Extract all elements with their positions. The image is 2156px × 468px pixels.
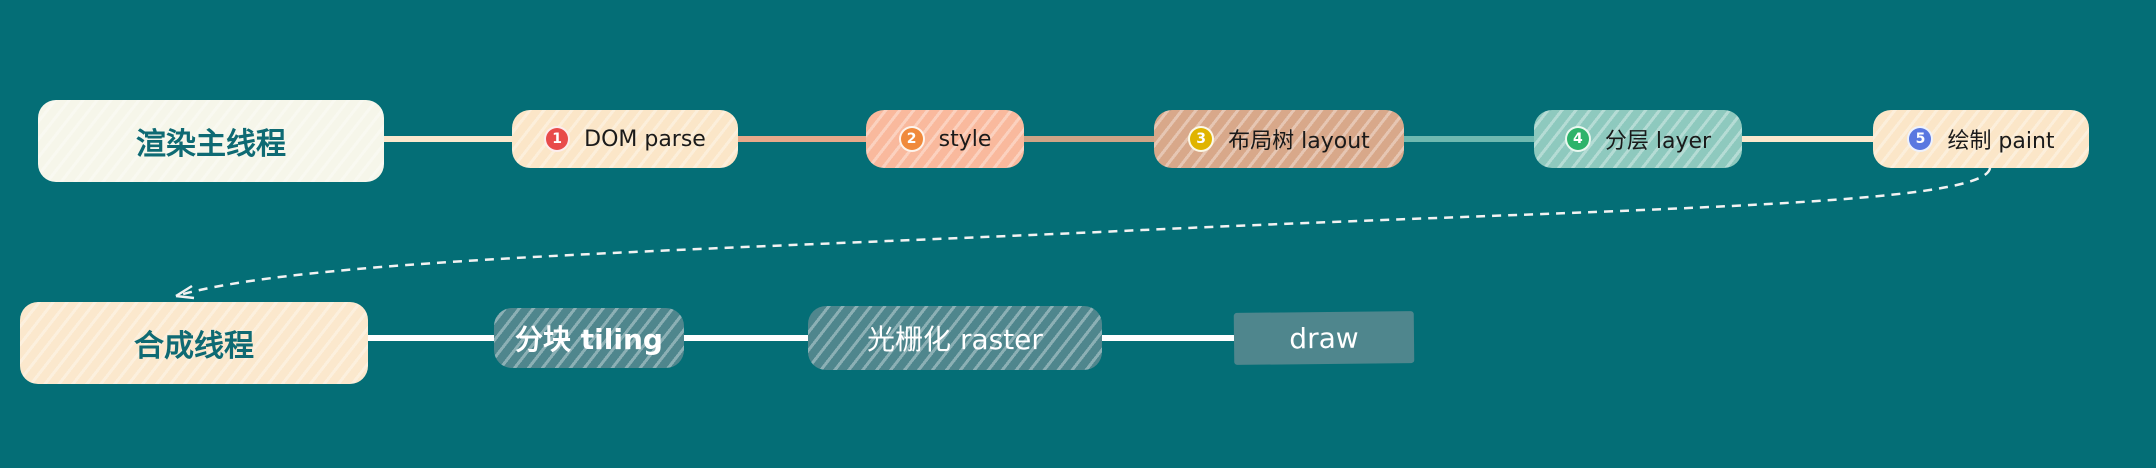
connector-layer bbox=[175, 136, 1992, 341]
step-draw: draw bbox=[1233, 311, 1415, 365]
badge-1-icon: 1 bbox=[544, 126, 571, 152]
step-style-label: style bbox=[938, 126, 992, 152]
connector-paint-to-compositor bbox=[175, 167, 1992, 298]
render-pipeline-diagram: 渲染主线程 1 DOM parse 2 style 3 布局树 layout 4… bbox=[0, 0, 2156, 468]
step-raster: 光栅化 raster bbox=[808, 306, 1102, 370]
step-draw-label: draw bbox=[1289, 321, 1359, 355]
step-style: 2 style bbox=[866, 110, 1024, 168]
step-layer: 4 分层 layer bbox=[1534, 110, 1742, 168]
step-dom-parse-label: DOM parse bbox=[584, 126, 706, 152]
badge-4-icon: 4 bbox=[1564, 126, 1591, 152]
main-thread-title: 渲染主线程 bbox=[136, 127, 286, 162]
step-layout-label: 布局树 layout bbox=[1228, 129, 1370, 154]
step-raster-label: 光栅化 raster bbox=[867, 323, 1043, 356]
badge-2-icon: 2 bbox=[898, 126, 925, 152]
step-tiling-label: 分块 tiling bbox=[515, 323, 663, 356]
badge-3-icon: 3 bbox=[1188, 126, 1215, 152]
step-layout: 3 布局树 layout bbox=[1154, 110, 1404, 168]
compositor-thread-box: 合成线程 bbox=[20, 302, 368, 384]
step-tiling: 分块 tiling bbox=[494, 308, 684, 368]
main-thread-box: 渲染主线程 bbox=[38, 100, 384, 182]
step-paint: 5 绘制 paint bbox=[1873, 110, 2089, 168]
compositor-thread-title: 合成线程 bbox=[134, 329, 254, 364]
step-dom-parse: 1 DOM parse bbox=[512, 110, 738, 168]
badge-5-icon: 5 bbox=[1907, 126, 1934, 152]
step-paint-label: 绘制 paint bbox=[1947, 129, 2055, 154]
step-layer-label: 分层 layer bbox=[1604, 129, 1712, 154]
